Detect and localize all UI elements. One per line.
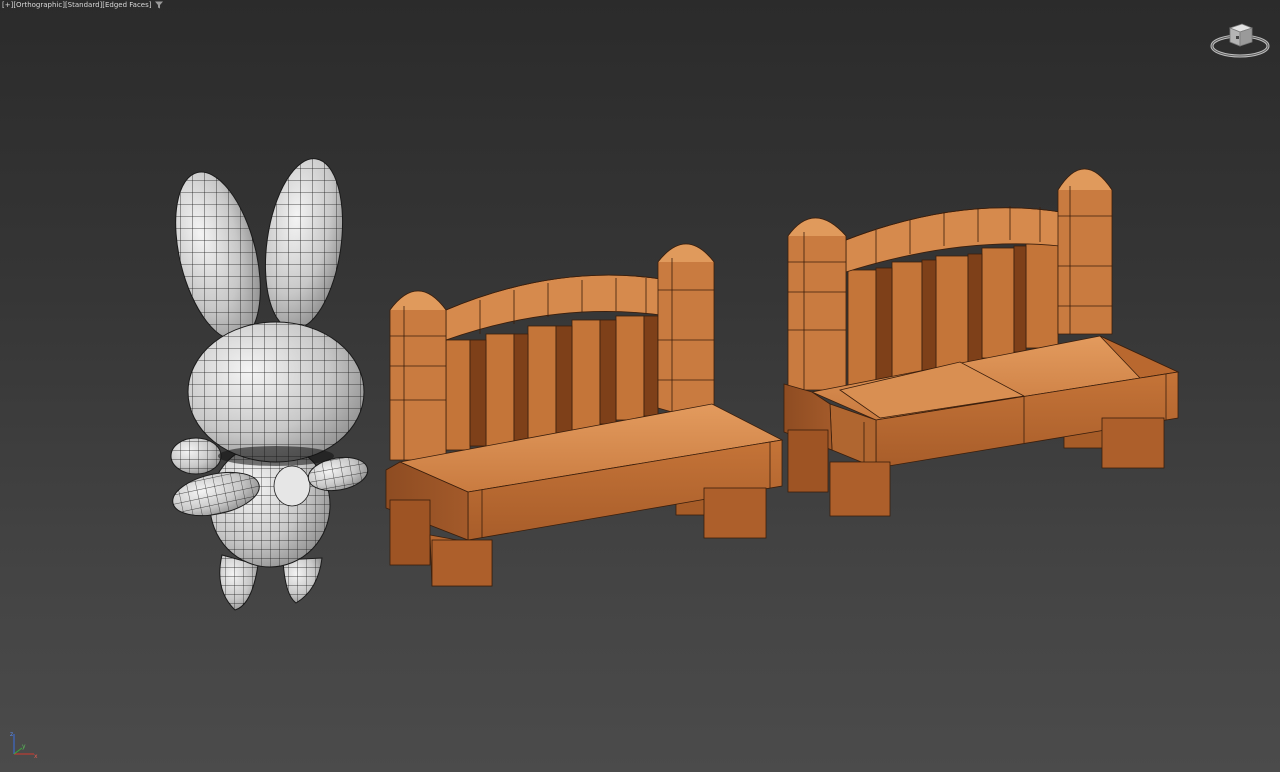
scene-canvas[interactable] bbox=[0, 0, 1280, 772]
bench-large-model[interactable] bbox=[783, 168, 1180, 517]
bunny-ear-right bbox=[255, 153, 353, 335]
axis-tripod-icon: z x y bbox=[10, 731, 38, 760]
bunny-model[interactable] bbox=[160, 150, 380, 611]
axis-x-label: x bbox=[34, 753, 38, 760]
bench-small-model[interactable] bbox=[385, 243, 784, 587]
viewcube-icon[interactable] bbox=[1206, 14, 1272, 62]
axis-z-label: z bbox=[10, 731, 13, 738]
axis-y-label: y bbox=[22, 743, 26, 750]
bunny-leg-right bbox=[282, 557, 323, 604]
viewport[interactable]: [+] [Orthographic] [Standard] [Edged Fac… bbox=[0, 0, 1280, 772]
